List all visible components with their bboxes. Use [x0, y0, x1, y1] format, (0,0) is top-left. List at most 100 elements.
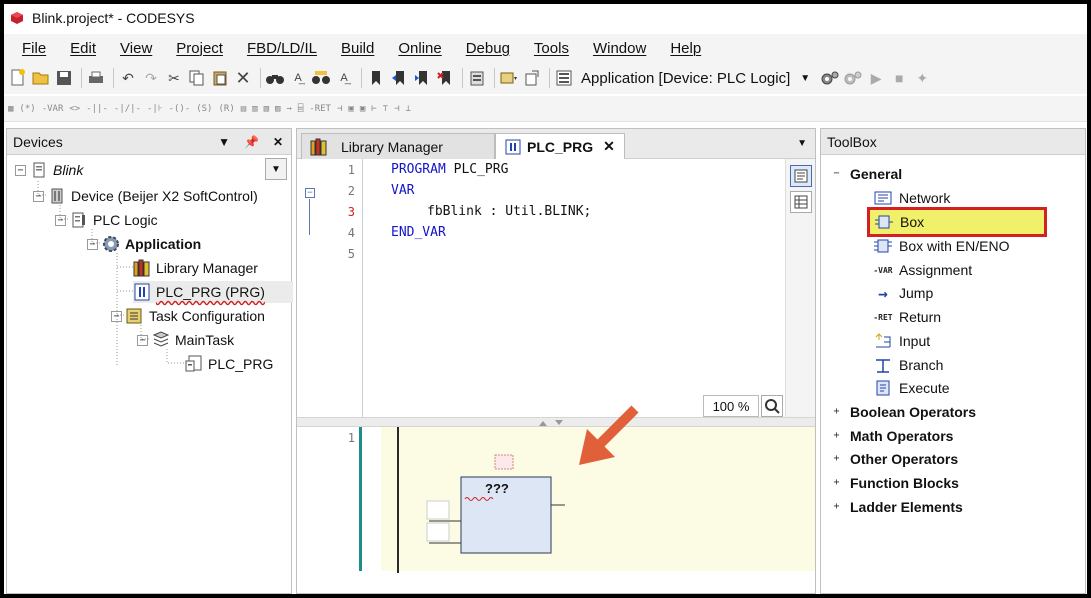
editor-splitter[interactable] [297, 417, 815, 427]
tree-item-library-manager[interactable]: Library Manager [133, 257, 258, 279]
fold-collapse-icon[interactable]: − [305, 188, 315, 198]
undo-icon[interactable]: ↶ [118, 68, 138, 88]
negate-tool-icon[interactable]: ⊣ [337, 100, 342, 118]
network-tool-icon[interactable]: ▦ [8, 100, 13, 118]
menu-debug[interactable]: Debug [466, 40, 510, 57]
contact-tool-icon[interactable]: -||- [86, 100, 108, 118]
login-gears-icon[interactable] [820, 68, 840, 88]
parallel-branch-tool-icon[interactable]: ⊥ [406, 100, 411, 118]
collapse-icon[interactable]: − [15, 164, 26, 176]
pin-icon[interactable]: 📌 [244, 135, 259, 149]
zoom-magnifier-icon[interactable] [761, 395, 783, 417]
logout-gears-icon[interactable] [843, 68, 863, 88]
close-tab-icon[interactable]: ✕ [603, 138, 615, 155]
input-tool-icon[interactable]: ▧ [264, 100, 269, 118]
replace-in-project-icon[interactable]: A͢ [334, 68, 354, 88]
build-icon[interactable] [499, 68, 519, 88]
menu-online[interactable]: Online [398, 40, 441, 57]
redo-icon[interactable]: ↷ [141, 68, 161, 88]
start-play-icon[interactable]: ▶ [866, 68, 886, 88]
generate-code-icon[interactable] [522, 68, 542, 88]
category-general[interactable]: − General [831, 163, 902, 185]
paste-icon[interactable] [210, 68, 230, 88]
collapse-icon[interactable]: − [111, 310, 122, 322]
tree-item-device[interactable]: − Device (Beijer X2 SoftControl) [33, 185, 258, 207]
replace-icon[interactable]: A͢ [288, 68, 308, 88]
active-application-selector[interactable]: Application [Device: PLC Logic] ▼ [581, 70, 810, 87]
tab-plc-prg[interactable]: PLC_PRG ✕ [495, 133, 625, 159]
find-in-project-icon[interactable] [311, 68, 331, 88]
toolbox-item-network[interactable]: Network [873, 187, 950, 209]
previous-bookmark-icon[interactable] [389, 68, 409, 88]
edge-tool-icon[interactable]: ▣ [348, 100, 353, 118]
category-function-blocks[interactable]: + Function Blocks [831, 472, 959, 494]
branch-start-tool-icon[interactable]: ⊢ [371, 100, 376, 118]
collapse-icon[interactable]: − [87, 238, 98, 250]
box-type-placeholder[interactable]: ??? [485, 481, 509, 496]
collapse-icon[interactable]: − [33, 190, 44, 202]
bookmark-icon[interactable] [366, 68, 386, 88]
assignment-tool-icon[interactable]: -VAR [42, 100, 64, 118]
cut-icon[interactable]: ✂ [164, 68, 184, 88]
next-bookmark-icon[interactable] [412, 68, 432, 88]
toolbox-item-box[interactable]: Box [867, 207, 1047, 237]
menu-project[interactable]: Project [176, 40, 223, 57]
menu-help[interactable]: Help [670, 40, 701, 57]
tab-library-manager[interactable]: Library Manager [301, 133, 495, 159]
tree-item-plc-logic[interactable]: − PLC Logic [55, 209, 158, 231]
jump-arrow-tool-icon[interactable]: → [286, 100, 291, 118]
expand-icon[interactable]: + [831, 453, 842, 465]
menu-window[interactable]: Window [593, 40, 646, 57]
menu-tools[interactable]: Tools [534, 40, 569, 57]
box-tool-icon[interactable]: ▤ [241, 100, 246, 118]
comment-tool-icon[interactable]: (*) [19, 100, 35, 118]
category-boolean-operators[interactable]: + Boolean Operators [831, 401, 976, 423]
expand-icon[interactable]: + [831, 477, 842, 489]
box-en-tool-icon[interactable]: ▥ [252, 100, 257, 118]
tree-item-application[interactable]: − Application [87, 233, 201, 255]
stop-icon[interactable]: ■ [889, 68, 909, 88]
zoom-level[interactable]: 100 % [703, 395, 759, 417]
label-tool-icon[interactable]: ⌸ [298, 100, 303, 118]
category-math-operators[interactable]: + Math Operators [831, 425, 953, 447]
clear-bookmarks-icon[interactable] [435, 68, 455, 88]
devices-root-selector[interactable]: − Blink ▼ [11, 158, 287, 182]
toolbox-item-jump[interactable]: → Jump [873, 282, 933, 304]
input-pin-placeholder[interactable] [426, 500, 450, 520]
expand-icon[interactable]: + [831, 501, 842, 513]
tree-item-maintask[interactable]: − MainTask [137, 329, 234, 351]
branch-end-tool-icon[interactable]: ⊣ [394, 100, 399, 118]
set-coil-tool-icon[interactable]: (S) [196, 100, 212, 118]
save-icon[interactable] [54, 68, 74, 88]
toolbox-item-execute[interactable]: Execute [873, 377, 950, 399]
set-reset-tool-icon[interactable]: ▣ [360, 100, 365, 118]
branch-tool-icon[interactable]: ⊤ [383, 100, 388, 118]
expand-icon[interactable]: + [831, 430, 842, 442]
category-other-operators[interactable]: + Other Operators [831, 448, 958, 470]
collapse-icon[interactable]: − [137, 334, 148, 346]
jump-tool-icon[interactable]: <> [69, 100, 80, 118]
output-tool-icon[interactable]: ▨ [275, 100, 280, 118]
clipboard-icon[interactable] [467, 68, 487, 88]
declaration-editor[interactable]: 1 2 3 4 5 − PROGRAM PLC_PRG VAR fbBlink … [297, 159, 815, 417]
menu-fbd-ld-il[interactable]: FBD/LD/IL [247, 40, 317, 57]
new-project-icon[interactable] [8, 68, 28, 88]
device-list-icon[interactable] [554, 68, 574, 88]
collapse-icon[interactable]: − [831, 168, 842, 180]
instance-name-placeholder[interactable] [494, 454, 514, 470]
negated-contact-tool-icon[interactable]: -|/|- [114, 100, 141, 118]
tree-item-plc-prg[interactable]: PLC_PRG (PRG) [133, 281, 293, 303]
menu-file[interactable]: File [22, 40, 46, 57]
menu-view[interactable]: View [120, 40, 152, 57]
tree-item-plc-prg-call[interactable]: PLC_PRG [185, 353, 273, 375]
toolbox-item-branch[interactable]: Branch [873, 354, 943, 376]
return-tool-icon[interactable]: -RET [309, 100, 331, 118]
copy-icon[interactable] [187, 68, 207, 88]
menu-edit[interactable]: Edit [70, 40, 96, 57]
tabular-view-icon[interactable] [790, 191, 812, 213]
toolbox-item-input[interactable]: Input [873, 330, 930, 352]
toolbox-item-box-en-eno[interactable]: Box with EN/ENO [873, 235, 1009, 257]
chevron-down-icon[interactable]: ▼ [265, 158, 287, 180]
category-ladder-elements[interactable]: + Ladder Elements [831, 496, 963, 518]
chevron-down-icon[interactable]: ▼ [218, 135, 230, 149]
